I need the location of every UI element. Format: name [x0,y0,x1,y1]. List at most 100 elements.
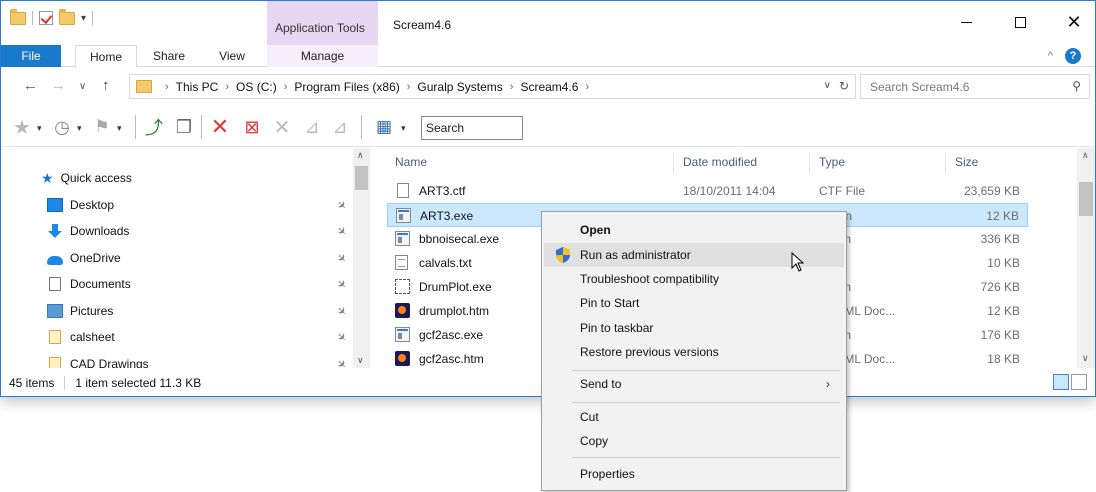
tab-manage[interactable]: Manage [267,45,378,67]
details-view-icon[interactable] [1053,374,1069,390]
column-header-date[interactable]: Date modified [683,148,757,176]
nav-item-pictures[interactable]: Pictures ✈ [1,298,351,324]
eraser-icon[interactable]: ⊿ [299,115,325,139]
view-grid-icon[interactable]: ▦ [371,115,397,139]
scroll-up-icon[interactable]: ∧ [357,150,364,161]
pin-icon[interactable]: ✈ [334,223,350,239]
file-size: 23,659 KB [963,184,1020,198]
chevron-down-icon[interactable]: ▾ [77,123,82,134]
help-icon[interactable]: ? [1065,48,1081,64]
text-file-icon [395,255,408,270]
nav-item-desktop[interactable]: Desktop ✈ [1,192,351,218]
pin-icon[interactable]: ✈ [334,197,350,213]
column-divider[interactable] [809,152,810,174]
recent-locations-icon[interactable]: ∨ [79,81,86,92]
breadcrumb-guralp-systems[interactable]: Guralp Systems [417,80,502,94]
menu-item-pin-to-taskbar[interactable]: Pin to taskbar [544,316,844,340]
scroll-thumb[interactable] [1079,182,1093,216]
back-arrow-icon[interactable]: ← [23,77,38,94]
tab-file[interactable]: File [1,45,61,67]
file-size: 12 KB [987,304,1020,318]
nav-quick-access[interactable]: ★ Quick access [1,165,351,191]
pin-icon[interactable]: ✈ [334,276,350,292]
chevron-right-icon[interactable]: › [165,81,169,93]
chevron-right-icon[interactable]: › [225,81,229,93]
maximize-button[interactable] [997,7,1043,37]
close-button[interactable]: ✕ [1051,7,1095,37]
customize-qat-icon[interactable]: ▾ [81,13,86,24]
file-icon [49,357,61,368]
tab-share[interactable]: Share [144,45,194,67]
chevron-down-icon[interactable]: ▾ [37,123,42,134]
column-divider[interactable] [945,152,946,174]
chevron-right-icon[interactable]: › [585,81,589,93]
folder-icon [136,80,152,93]
chevron-down-icon[interactable]: ▾ [117,123,122,134]
copy-windows-icon[interactable]: ❐ [171,115,197,139]
nav-item-onedrive[interactable]: OneDrive ✈ [1,245,351,271]
move-up-icon[interactable]: ⤴ [141,115,167,139]
file-list-scrollbar[interactable]: ∧ ∨ [1077,148,1095,368]
new-folder-icon[interactable] [59,8,75,25]
properties-check-icon[interactable] [39,11,53,25]
menu-item-send-to[interactable]: Send to › [544,372,844,396]
minimize-button[interactable] [943,7,989,37]
refresh-icon[interactable]: ↻ [839,79,849,93]
expand-ribbon-icon[interactable]: ^ [1048,50,1053,62]
up-arrow-icon[interactable]: ↑ [102,77,110,94]
nav-item-documents[interactable]: Documents ✈ [1,271,351,297]
tab-view[interactable]: View [207,45,257,67]
menu-item-restore-versions[interactable]: Restore previous versions [544,340,844,364]
address-dropdown-icon[interactable]: ∨ [824,80,831,91]
breadcrumb-this-pc[interactable]: This PC [176,80,219,94]
nav-scrollbar[interactable]: ∧ ∨ [353,148,370,368]
chevron-right-icon[interactable]: › [510,81,514,93]
contextual-tab-title: Application Tools [275,21,365,35]
column-header-name[interactable]: Name [395,148,427,176]
file-row[interactable]: ART3.ctf 18/10/2011 14:04 CTF File 23,65… [387,179,1028,203]
pin-icon[interactable]: ✈ [334,356,350,368]
clear-icon[interactable]: ✕ [269,115,295,139]
eraser-alt-icon[interactable]: ⊿ [327,115,353,139]
breadcrumb-scream[interactable]: Scream4.6 [520,80,578,94]
forward-arrow-icon[interactable]: → [51,77,66,94]
pin-icon[interactable]: ✈ [334,329,350,345]
menu-item-properties[interactable]: Properties [544,462,844,486]
pin-icon[interactable]: ✈ [334,303,350,319]
column-header-size[interactable]: Size [955,148,978,176]
scroll-thumb[interactable] [355,166,368,190]
folder-icon[interactable] [10,8,26,25]
nav-label: CAD Drawings [70,357,149,368]
address-bar[interactable]: › This PC › OS (C:) › Program Files (x86… [129,74,856,99]
delete-icon[interactable]: ✕ [207,114,233,139]
history-clock-icon[interactable]: ◷ [49,115,75,139]
delete-box-icon[interactable]: ⊠ [239,115,265,139]
tab-home[interactable]: Home [75,45,137,68]
search-input[interactable]: Search Scream4.6 ⚲ [860,74,1090,99]
large-icons-view-icon[interactable] [1071,374,1087,390]
column-label: Date modified [683,155,758,169]
nav-item-cad-drawings[interactable]: CAD Drawings ✈ [1,351,351,368]
menu-item-pin-to-start[interactable]: Pin to Start [544,291,844,315]
toolbar-search-input[interactable]: Search [421,116,523,140]
nav-item-downloads[interactable]: Downloads ✈ [1,218,351,244]
breadcrumb-os-c[interactable]: OS (C:) [236,80,277,94]
pin-icon[interactable]: ✈ [334,250,350,266]
menu-item-copy[interactable]: Copy [544,429,844,453]
scroll-up-icon[interactable]: ∧ [1082,150,1089,161]
menu-item-open[interactable]: Open [544,218,844,242]
file-icon [49,330,61,344]
nav-item-calsheet[interactable]: calsheet ✈ [1,324,351,350]
windows-flag-icon[interactable]: ⚑ [89,115,115,139]
menu-item-cut[interactable]: Cut [544,405,844,429]
column-header-type[interactable]: Type [819,148,845,176]
column-divider[interactable] [673,152,674,174]
chevron-right-icon: › [826,377,830,391]
scroll-down-icon[interactable]: ∨ [357,355,364,366]
chevron-down-icon[interactable]: ▾ [401,123,406,134]
chevron-right-icon[interactable]: › [407,81,411,93]
favorites-star-icon[interactable]: ★ [9,115,35,139]
chevron-right-icon[interactable]: › [284,81,288,93]
scroll-down-icon[interactable]: ∨ [1082,353,1089,364]
breadcrumb-program-files[interactable]: Program Files (x86) [294,80,399,94]
